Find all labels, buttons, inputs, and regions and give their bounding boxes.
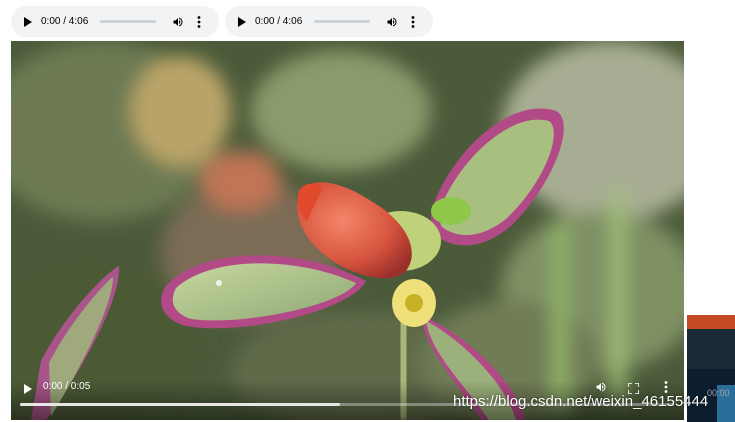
video-time: 0:00 / 0:05 <box>43 381 91 392</box>
more-vert-icon[interactable] <box>197 15 201 28</box>
volume-icon[interactable] <box>595 380 607 392</box>
video-player[interactable]: 0:00 / 0:05 <box>11 41 684 420</box>
watermark-url: https://blog.csdn.net/weixin_46155444 <box>453 393 709 410</box>
thumbnail-banner <box>687 315 735 329</box>
more-vert-icon[interactable] <box>664 380 668 393</box>
audio-seek-bar[interactable] <box>314 20 371 23</box>
play-icon[interactable] <box>23 16 33 27</box>
video-frame-plant <box>11 41 684 420</box>
audio-seek-bar[interactable] <box>100 20 157 23</box>
audio-player-1: 0:00 / 4:06 <box>11 6 219 37</box>
play-icon[interactable] <box>237 16 247 27</box>
thumbnail-panel <box>687 329 735 369</box>
video-seek-fill <box>20 403 341 406</box>
audio-time: 0:00 / 4:06 <box>255 16 303 27</box>
volume-icon[interactable] <box>386 16 398 28</box>
play-icon[interactable] <box>23 381 33 394</box>
thumbnail-time: 00:00 <box>707 388 730 398</box>
audio-time: 0:00 / 4:06 <box>41 16 89 27</box>
audio-player-2: 0:00 / 4:06 <box>225 6 433 37</box>
volume-icon[interactable] <box>172 16 184 28</box>
more-vert-icon[interactable] <box>411 15 415 28</box>
fullscreen-icon[interactable] <box>627 381 640 395</box>
